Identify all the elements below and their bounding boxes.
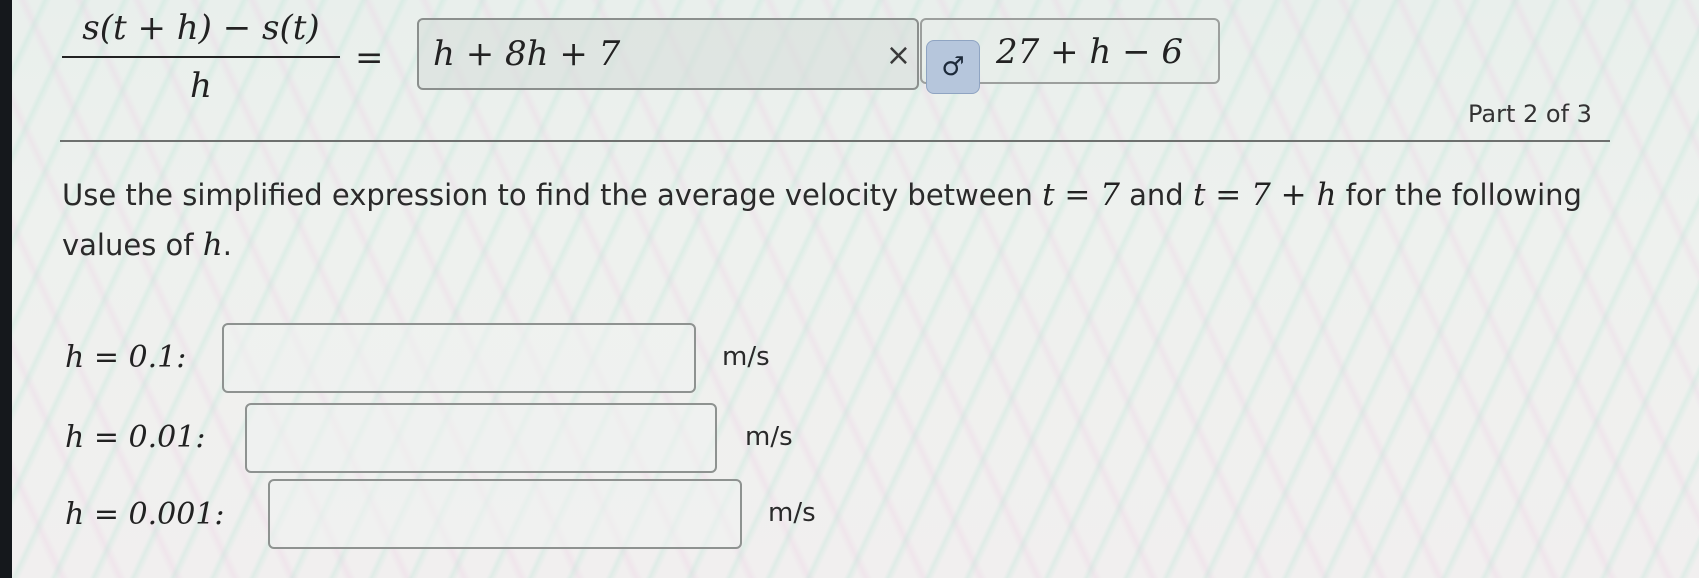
- correct-answer: 27 + h − 6: [996, 32, 1183, 72]
- difference-quotient: s(t + h) − s(t) h: [60, 8, 342, 106]
- prompt-math-2: t = 7 + h: [1192, 177, 1337, 213]
- equals-sign: =: [355, 38, 384, 78]
- question-prompt: Use the simplified expression to find th…: [62, 170, 1622, 270]
- h-0.01-velocity-input[interactable]: [245, 403, 717, 473]
- h-0.01-unit: m/s: [745, 422, 793, 452]
- prompt-math-3: h: [202, 227, 223, 263]
- hint-icon[interactable]: ♂: [926, 40, 980, 94]
- section-divider: [60, 140, 1610, 142]
- h-0.1-label: h = 0.1:: [65, 340, 187, 375]
- h-0.001-label: h = 0.001:: [65, 497, 225, 532]
- incorrect-x-icon: ×: [885, 38, 911, 73]
- prompt-text-4: .: [222, 228, 232, 262]
- entered-answer: h + 8h + 7: [433, 34, 621, 74]
- prompt-text-2: and: [1129, 178, 1184, 212]
- h-0.001-velocity-input[interactable]: [268, 479, 742, 549]
- fraction-numerator: s(t + h) − s(t): [82, 8, 320, 48]
- part-label: Part 2 of 3: [1468, 100, 1592, 128]
- prompt-math-1: t = 7: [1042, 177, 1120, 213]
- h-0.1-unit: m/s: [722, 342, 770, 372]
- fraction-denominator: h: [190, 66, 212, 106]
- h-0.001-unit: m/s: [768, 498, 816, 528]
- h-0.01-label: h = 0.01:: [65, 420, 206, 455]
- h-0.1-velocity-input[interactable]: [222, 323, 696, 393]
- prompt-text-1: Use the simplified expression to find th…: [62, 178, 1033, 212]
- entered-answer-box[interactable]: h + 8h + 7 ×: [417, 18, 919, 90]
